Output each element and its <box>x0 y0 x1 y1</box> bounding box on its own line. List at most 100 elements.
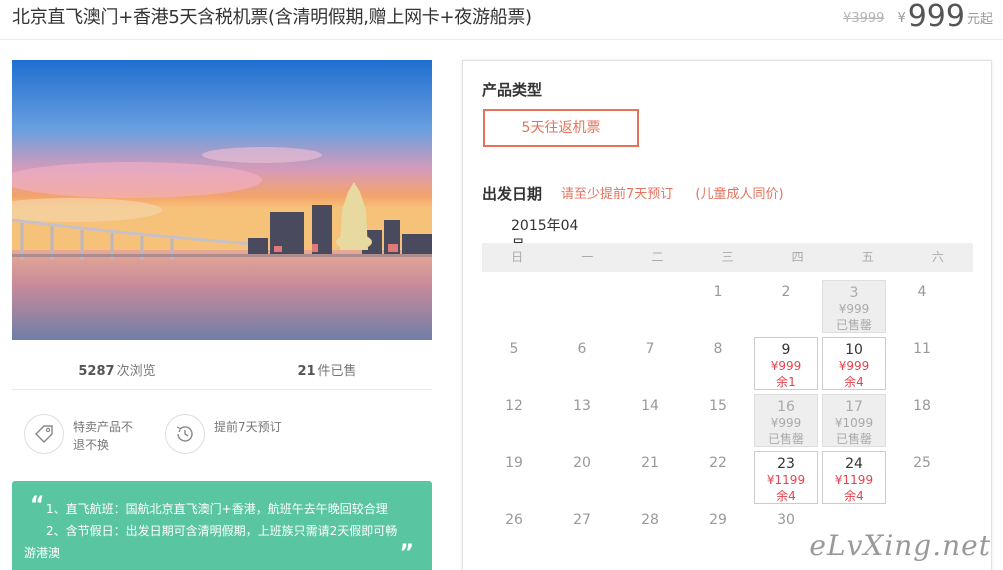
date-hints: 请至少提前7天预订 (儿童成人同价) <box>561 183 802 202</box>
day-number: 3 <box>849 285 859 301</box>
calendar-day-sold: 17 ¥1099 已售罄 <box>822 394 886 447</box>
day-price: ¥999 <box>838 302 870 316</box>
calendar-week-row: 1 2 3 ¥999 已售罄 4 <box>482 280 973 337</box>
calendar-day <box>618 280 682 333</box>
product-page: 北京直飞澳门+香港5天含税机票(含清明假期,赠上网卡+夜游船票) ¥3999 ¥… <box>0 0 1003 570</box>
depart-date-label: 出发日期 <box>482 185 543 203</box>
calendar-day-avail[interactable]: 10 ¥999 余4 <box>822 337 886 390</box>
day-status: 余4 <box>844 489 864 503</box>
feature-text: 特卖产品不退不换 <box>73 420 134 452</box>
calendar-day: 22 <box>686 451 750 504</box>
calendar-day-sold: 16 ¥999 已售罄 <box>754 394 818 447</box>
price-policy-hint: (儿童成人同价) <box>695 187 784 202</box>
day-number: 9 <box>781 342 791 358</box>
highlights-box: “ 1、直飞航班：国航北京直飞澳门+香港，航班午去午晚回较合理 2、含节假日：出… <box>12 481 432 570</box>
product-type-label: 产品类型 <box>482 81 543 99</box>
day-number: 23 <box>777 456 795 472</box>
day-number: 4 <box>917 284 927 300</box>
calendar-day: 13 <box>550 394 614 447</box>
calendar-day: 6 <box>550 337 614 390</box>
day-number: 20 <box>573 455 591 471</box>
day-number: 25 <box>913 455 931 471</box>
day-status: 已售罄 <box>835 432 872 446</box>
highlight-line: 2、含节假日：出发日期可含清明假期，上班族只需请2天假即可畅 <box>46 524 398 538</box>
weekday-label: 五 <box>861 250 874 264</box>
product-type-option[interactable]: 5天往返机票 <box>483 109 639 147</box>
advance-booking-hint: 请至少提前7天预订 <box>561 187 674 202</box>
watermark: eLvXing.net <box>809 529 991 562</box>
calendar-day: 11 <box>890 337 954 390</box>
current-price: 999 <box>907 0 965 34</box>
macau-sunset-photo <box>12 60 432 340</box>
original-price: ¥3999 <box>843 11 885 26</box>
calendar-day: 30 <box>754 508 818 561</box>
calendar-day: 15 <box>686 394 750 447</box>
day-price: ¥999 <box>838 359 870 373</box>
sold-count: 21 件已售 <box>297 364 357 379</box>
day-number: 6 <box>577 341 587 357</box>
day-status: 余4 <box>776 489 796 503</box>
day-number: 29 <box>709 512 727 528</box>
day-price: ¥1199 <box>834 473 874 487</box>
calendar-day <box>550 280 614 333</box>
day-price: ¥1099 <box>834 416 874 430</box>
calendar-day: 1 <box>686 280 750 333</box>
price-box: ¥3999 ¥ 999 元起 <box>843 0 993 34</box>
day-number: 15 <box>709 398 727 414</box>
calendar-week-row: 5 6 7 8 9 ¥999 余1 10 ¥999 余4 11 <box>482 337 973 394</box>
calendar-day: 19 <box>482 451 546 504</box>
clock-history-icon <box>165 414 205 454</box>
feature-list: 特卖产品不退不换 提前7天预订 <box>24 414 306 454</box>
calendar-day-avail[interactable]: 9 ¥999 余1 <box>754 337 818 390</box>
feature-advance-booking: 提前7天预订 <box>165 414 282 454</box>
product-photo[interactable] <box>12 60 432 340</box>
feature-text: 提前7天预订 <box>214 420 282 434</box>
weekday-label: 二 <box>651 250 664 264</box>
quote-open-icon: “ <box>30 493 45 518</box>
day-number: 16 <box>777 399 795 415</box>
day-status: 余1 <box>776 375 796 389</box>
currency-symbol: ¥ <box>897 11 906 26</box>
calendar-day: 18 <box>890 394 954 447</box>
calendar-day-avail[interactable]: 24 ¥1199 余4 <box>822 451 886 504</box>
calendar-day: 4 <box>890 280 954 333</box>
calendar-day: 14 <box>618 394 682 447</box>
booking-panel: 产品类型 5天往返机票 出发日期 请至少提前7天预订 (儿童成人同价) 2015… <box>462 60 992 570</box>
day-number: 28 <box>641 512 659 528</box>
day-status: 已售罄 <box>767 432 804 446</box>
day-number: 7 <box>645 341 655 357</box>
day-price: ¥999 <box>770 416 802 430</box>
highlight-line: 游港澳 <box>24 546 61 560</box>
day-number: 14 <box>641 398 659 414</box>
calendar-day: 21 <box>618 451 682 504</box>
day-number: 30 <box>777 512 795 528</box>
product-title: 北京直飞澳门+香港5天含税机票(含清明假期,赠上网卡+夜游船票) <box>12 7 532 28</box>
day-number: 11 <box>913 341 931 357</box>
weekday-label: 四 <box>791 250 804 264</box>
day-number: 24 <box>845 456 863 472</box>
calendar-day: 25 <box>890 451 954 504</box>
day-status: 余4 <box>844 375 864 389</box>
calendar-weekday-header: 日 一 二 三 四 五 六 <box>482 243 973 272</box>
day-number: 22 <box>709 455 727 471</box>
title-row: 北京直飞澳门+香港5天含税机票(含清明假期,赠上网卡+夜游船票) ¥3999 ¥… <box>0 0 1003 40</box>
day-number: 19 <box>505 455 523 471</box>
product-stats: 5287 次浏览 21 件已售 <box>12 352 432 390</box>
day-number: 27 <box>573 512 591 528</box>
calendar-day: 2 <box>754 280 818 333</box>
calendar-day: 8 <box>686 337 750 390</box>
day-number: 21 <box>641 455 659 471</box>
calendar-day: 29 <box>686 508 750 561</box>
day-number: 5 <box>509 341 519 357</box>
day-price: ¥999 <box>770 359 802 373</box>
price-unit: 元起 <box>966 12 993 27</box>
calendar-day: 20 <box>550 451 614 504</box>
calendar-day-avail[interactable]: 23 ¥1199 余4 <box>754 451 818 504</box>
quote-close-icon: ” <box>399 541 414 566</box>
day-number: 18 <box>913 398 931 414</box>
calendar-week-row: 19 20 21 22 23 ¥1199 余4 24 ¥1199 余4 25 <box>482 451 973 508</box>
tag-icon <box>24 414 64 454</box>
calendar-week-row: 12 13 14 15 16 ¥999 已售罄 17 ¥1099 已售罄 18 <box>482 394 973 451</box>
feature-no-refund: 特卖产品不退不换 <box>24 414 141 454</box>
calendar-grid: 1 2 3 ¥999 已售罄 4 5 6 7 8 9 ¥999 余1 10 ¥999 余4 11 12 13 14 15… <box>482 280 973 565</box>
